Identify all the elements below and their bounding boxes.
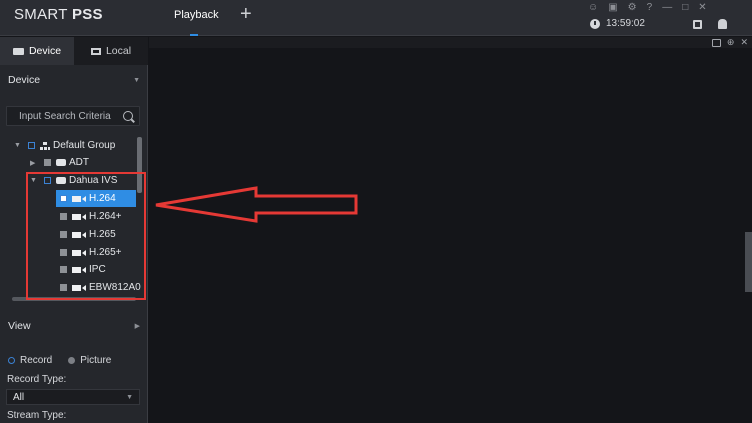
settings-icon[interactable]: ⚙ — [628, 2, 637, 16]
checkbox[interactable] — [44, 159, 51, 166]
chevron-right-icon: ▶ — [134, 323, 140, 330]
tab-local[interactable]: Local — [74, 37, 148, 65]
group-icon — [40, 141, 50, 150]
sidebar-tabs: Device Local — [0, 37, 148, 65]
lock-icon[interactable]: ▣ — [608, 2, 617, 16]
tree-group-label: Default Group — [53, 140, 116, 151]
tree-device-label: ADT — [69, 157, 89, 168]
tab-playback[interactable]: Playback — [160, 0, 232, 36]
device-section-header[interactable]: Device ▼ — [0, 69, 148, 91]
tab-device-label: Device — [28, 45, 62, 57]
tree-device-adt[interactable]: ▶ ADT — [30, 154, 89, 171]
bell-icon[interactable] — [718, 19, 727, 29]
caret-down-icon[interactable]: ▼ — [14, 142, 22, 149]
tab-playback-label: Playback — [174, 9, 219, 21]
help-icon[interactable]: ? — [647, 2, 653, 16]
window-controls: ☺ ▣ ⚙ ? — □ ✕ — [588, 2, 707, 16]
minimize-icon[interactable]: — — [662, 2, 672, 16]
device-section-label: Device — [8, 74, 41, 86]
device-icon — [56, 159, 66, 166]
radio-selected-icon — [8, 357, 15, 364]
picture-radio[interactable]: Picture — [68, 355, 111, 366]
stream-type-label: Stream Type: — [7, 410, 67, 421]
tree-group-default[interactable]: ▼ Default Group — [14, 137, 115, 154]
tab-device[interactable]: Device — [0, 37, 74, 65]
add-tab-button[interactable]: + — [240, 4, 252, 24]
active-tab-indicator — [190, 34, 198, 36]
tab-local-label: Local — [105, 45, 132, 57]
clock-icon — [590, 18, 600, 29]
close-view-icon[interactable]: ✕ — [740, 37, 748, 48]
chip-icon[interactable] — [693, 20, 702, 29]
record-type-select[interactable]: All ▼ — [6, 389, 140, 405]
view-toolbar: ⊕ ✕ — [149, 37, 752, 48]
record-type-label: Record Type: — [7, 374, 67, 385]
caret-right-icon[interactable]: ▶ — [30, 159, 38, 167]
checkbox[interactable] — [28, 142, 35, 149]
annotation-highlight-box — [26, 172, 146, 300]
device-icon — [12, 47, 24, 55]
clock: 13:59:02 — [590, 18, 645, 29]
user-icon[interactable]: ☺ — [588, 2, 598, 16]
record-radio-label: Record — [20, 355, 53, 366]
close-icon[interactable]: ✕ — [698, 2, 706, 16]
view-section-label: View — [8, 320, 31, 332]
annotation-arrow-icon — [155, 186, 358, 223]
search-placeholder: Input Search Criteria — [19, 110, 111, 122]
maximize-icon[interactable]: □ — [682, 2, 688, 16]
radio-unselected-icon — [68, 357, 76, 364]
search-input[interactable]: Input Search Criteria — [6, 106, 140, 126]
snapshot-icon[interactable] — [711, 39, 721, 47]
playback-view[interactable]: ⊕ ✕ — [149, 37, 752, 423]
chevron-down-icon: ▼ — [126, 393, 133, 401]
title-bar: SMART PSS Playback + ☺ ▣ ⚙ ? — □ ✕ 13:59… — [0, 0, 752, 36]
zoom-icon[interactable]: ⊕ — [727, 37, 735, 48]
record-radio[interactable]: Record — [8, 355, 52, 366]
app-title: SMART PSS — [14, 6, 103, 23]
mode-radio-group: Record Picture — [8, 355, 111, 366]
monitor-icon — [90, 47, 101, 55]
record-type-value: All — [13, 391, 25, 403]
search-icon[interactable] — [123, 111, 133, 121]
chevron-down-icon: ▼ — [133, 76, 140, 84]
clock-time: 13:59:02 — [606, 18, 645, 29]
view-toolbar-icons: ⊕ ✕ — [711, 37, 748, 48]
view-section-header[interactable]: View ▶ — [0, 315, 148, 337]
picture-radio-label: Picture — [80, 355, 112, 366]
view-scrollbar[interactable] — [745, 232, 752, 292]
